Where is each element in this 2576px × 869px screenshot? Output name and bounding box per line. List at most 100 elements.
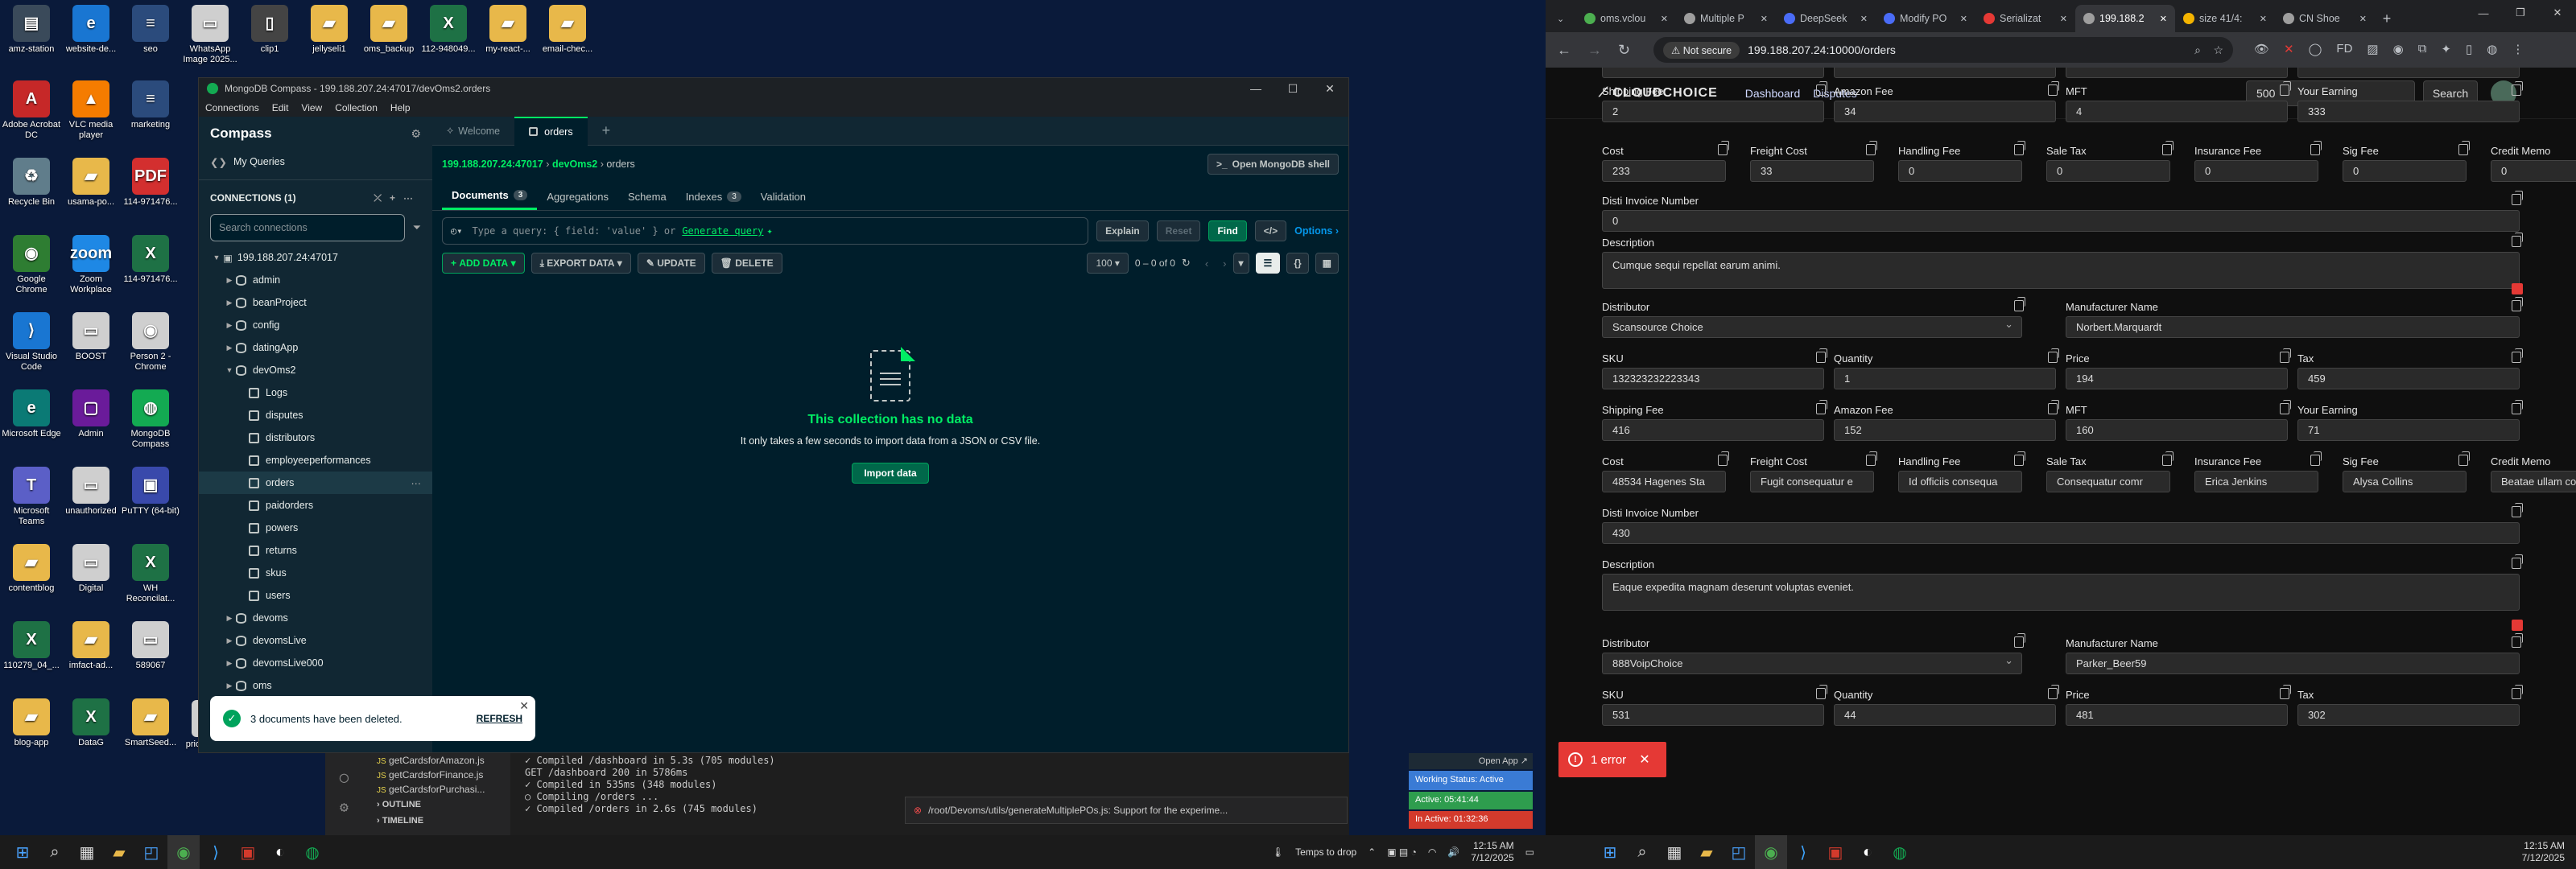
- desktop-icon[interactable]: ▭ WhatsApp Image 2025...: [180, 5, 240, 65]
- desktop-icon[interactable]: ▰ imfact-ad...: [61, 621, 121, 671]
- subtab-indexes[interactable]: Indexes 3: [676, 184, 751, 209]
- desktop-icon[interactable]: ▭ 589067: [121, 621, 180, 671]
- database-item[interactable]: ▶ datingApp: [199, 336, 432, 359]
- mft-input[interactable]: 4: [2066, 101, 2288, 122]
- connection-actions-icon[interactable]: ⤫+⋯: [374, 192, 421, 204]
- copy-icon[interactable]: [2512, 233, 2523, 247]
- menu-collection[interactable]: Collection: [335, 102, 378, 113]
- tax-input[interactable]: 459: [2297, 368, 2520, 389]
- clipped-input[interactable]: [2066, 68, 2288, 78]
- copy-icon[interactable]: [2162, 141, 2174, 155]
- menu-connections[interactable]: Connections: [205, 102, 259, 113]
- mft-input[interactable]: 160: [2066, 419, 2288, 441]
- clipped-input[interactable]: [1602, 68, 1824, 78]
- desktop-icon[interactable]: ▰ email-chec...: [538, 5, 597, 55]
- price-input[interactable]: 481: [2066, 704, 2288, 726]
- find-button[interactable]: Find: [1208, 220, 1247, 241]
- extension-circle-icon[interactable]: ◯: [2309, 42, 2322, 56]
- store-icon[interactable]: ◰: [135, 835, 167, 869]
- cost-input[interactable]: 48534 Hagenes Sta: [1602, 471, 1726, 492]
- desktop-icon[interactable]: ▰ SmartSeed...: [121, 698, 180, 748]
- app-taskbar-icon[interactable]: ▣: [232, 835, 264, 869]
- copy-icon[interactable]: [2512, 400, 2523, 414]
- collection-item[interactable]: Logs: [199, 381, 432, 404]
- close-tab-icon[interactable]: ✕: [1960, 14, 1967, 24]
- desktop-icon[interactable]: ▰ oms_backup: [359, 5, 419, 55]
- remove-item-icon[interactable]: [2512, 620, 2523, 631]
- extension-fd-icon[interactable]: FD: [2336, 42, 2352, 56]
- copy-icon[interactable]: [2512, 554, 2523, 569]
- desktop-icon[interactable]: X 112-948049...: [419, 5, 478, 55]
- copy-icon[interactable]: [1816, 348, 1827, 363]
- clock[interactable]: 12:15 AM 7/12/2025: [1471, 840, 1513, 864]
- collection-item[interactable]: disputes: [199, 404, 432, 426]
- quantity-input[interactable]: 1: [1834, 368, 2056, 389]
- copy-icon[interactable]: [2014, 633, 2025, 648]
- desktop-icon[interactable]: ▰ blog-app: [2, 698, 61, 748]
- copy-icon[interactable]: [1816, 685, 1827, 699]
- extension-camera-icon[interactable]: ◉: [2393, 42, 2404, 56]
- collection-item[interactable]: skus: [199, 562, 432, 584]
- distributor-input[interactable]: Scansource Choice: [1602, 316, 2022, 338]
- sku-input[interactable]: 531: [1602, 704, 1824, 726]
- start-windows-icon[interactable]: ⊞: [6, 835, 39, 869]
- disti-invoice-input[interactable]: 430: [1602, 522, 2520, 544]
- start-windows-icon[interactable]: ⊞: [1594, 835, 1626, 869]
- browser-close-button[interactable]: ✕: [2539, 0, 2576, 26]
- desktop-icon[interactable]: e website-de...: [61, 5, 121, 55]
- bookmark-star-icon[interactable]: ☆: [2213, 43, 2223, 57]
- insurance-fee-input[interactable]: 0: [2194, 160, 2318, 182]
- timer-taskbar-icon[interactable]: ◐: [264, 835, 296, 869]
- tax-input[interactable]: 302: [2297, 704, 2520, 726]
- desktop-icon[interactable]: ◍ MongoDB Compass: [121, 389, 180, 450]
- copy-icon[interactable]: [2014, 451, 2025, 466]
- file-item[interactable]: JS getCardsforAmazon.js: [370, 753, 510, 768]
- desktop-icon[interactable]: ◉ Person 2 - Chrome: [121, 312, 180, 373]
- close-tab-icon[interactable]: ✕: [2060, 14, 2067, 24]
- menu-help[interactable]: Help: [390, 102, 411, 113]
- extension-image-icon[interactable]: ▨: [2367, 42, 2378, 56]
- address-bar[interactable]: ⚠ Not secure 199.188.207.24:10000/orders…: [1653, 37, 2233, 63]
- subtab-validation[interactable]: Validation: [751, 184, 815, 209]
- desktop-icon[interactable]: A Adobe Acrobat DC: [2, 80, 61, 141]
- chrome-taskbar-icon[interactable]: ◉: [1755, 835, 1787, 869]
- sku-input[interactable]: 132323232223343: [1602, 368, 1824, 389]
- copy-icon[interactable]: [2458, 141, 2470, 155]
- desktop-icon[interactable]: ▰ usama-po...: [61, 158, 121, 208]
- desktop-icon[interactable]: ▭ Digital: [61, 544, 121, 594]
- copy-icon[interactable]: [2512, 633, 2523, 648]
- copy-icon[interactable]: [2048, 81, 2059, 96]
- profile-avatar-icon[interactable]: ◍: [2487, 42, 2497, 56]
- subtab-documents[interactable]: Documents 3: [442, 183, 538, 210]
- new-browser-tab-button[interactable]: +: [2375, 5, 2399, 32]
- copy-icon[interactable]: [2162, 451, 2174, 466]
- collection-item[interactable]: users: [199, 584, 432, 607]
- connection-host[interactable]: ▼ ▣ 199.188.207.24:47017: [199, 246, 432, 269]
- manufacturer-input[interactable]: Norbert.Marquardt: [2066, 316, 2520, 338]
- breadcrumb-host[interactable]: 199.188.207.24:47017: [442, 159, 543, 170]
- copy-icon[interactable]: [1816, 400, 1827, 414]
- view-menu-button[interactable]: ▾: [1232, 253, 1249, 274]
- wifi-icon[interactable]: ◠: [1428, 846, 1436, 858]
- file-explorer-icon[interactable]: ▰: [103, 835, 135, 869]
- filter-icon[interactable]: ⏷: [413, 221, 421, 234]
- open-shell-button[interactable]: >_ Open MongoDB shell: [1207, 154, 1339, 175]
- minimize-button[interactable]: —: [1237, 78, 1274, 99]
- database-item[interactable]: ▶ devomsLive000: [199, 652, 432, 674]
- import-data-button[interactable]: Import data: [852, 463, 929, 484]
- delete-button[interactable]: 🗑 DELETE: [711, 253, 782, 274]
- desktop-icon[interactable]: ▰ contentblog: [2, 544, 61, 594]
- amazon-fee-input[interactable]: 152: [1834, 419, 2056, 441]
- search-icon[interactable]: ⌕: [1626, 835, 1658, 869]
- desktop-icon[interactable]: ▰ my-react-...: [478, 5, 538, 55]
- desktop-icon[interactable]: ▲ VLC media player: [61, 80, 121, 141]
- browser-tab[interactable]: Multiple P ✕: [1676, 5, 1776, 32]
- manufacturer-input[interactable]: Parker_Beer59: [2066, 653, 2520, 674]
- breadcrumb-db[interactable]: devOms2: [552, 159, 597, 170]
- update-button[interactable]: ✎ UPDATE: [637, 253, 705, 274]
- collection-item[interactable]: distributors: [199, 426, 432, 449]
- credit-memo-input[interactable]: Beatae ullam conse: [2491, 471, 2576, 492]
- notifications-icon[interactable]: ▭: [1525, 846, 1534, 858]
- nav-dashboard-link[interactable]: Dashboard: [1745, 87, 1801, 100]
- browser-tab[interactable]: Modify PO ✕: [1876, 5, 1975, 32]
